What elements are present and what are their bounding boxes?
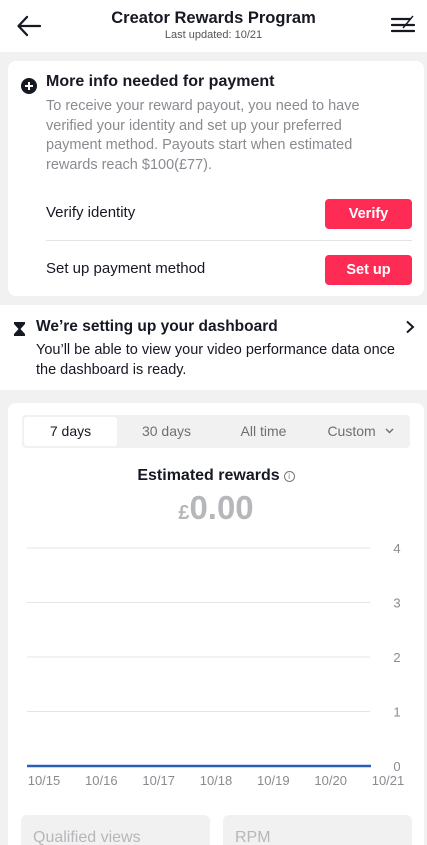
top-bar: Creator Rewards Program Last updated: 10… [0,0,427,52]
currency-symbol: £ [178,502,190,524]
tab-all-time[interactable]: All time [216,417,311,446]
dashboard-notice-title: We’re setting up your dashboard [36,318,278,335]
y-tick-label: 1 [393,705,400,720]
rpm-label: RPM [235,829,271,845]
set-up-button[interactable]: Set up [325,255,412,285]
x-tick-label: 10/19 [257,773,290,788]
y-tick-label: 2 [393,650,400,665]
hourglass-icon [14,322,25,336]
estimated-rewards-heading: Estimated rewards i [8,467,424,485]
page-title: Creator Rewards Program [111,9,316,27]
divider [46,240,412,241]
tab-custom[interactable]: Custom [313,417,408,446]
payment-info-title: More info needed for payment [46,73,275,90]
estimated-rewards-label: Estimated rewards [137,467,280,484]
x-tick-label: 10/21 [372,773,405,788]
chevron-right-icon [406,320,415,334]
y-tick-label: 3 [393,596,400,611]
date-range-tabs: 7 days 30 days All time Custom [22,415,410,448]
menu-icon[interactable] [391,14,415,36]
tab-custom-label: Custom [327,423,376,439]
dashboard-notice-body: You’ll be able to view your video perfor… [36,342,395,378]
verify-button[interactable]: Verify [325,199,412,229]
verify-identity-label: Verify identity [46,204,136,221]
tab-30-days[interactable]: 30 days [119,417,214,446]
x-tick-label: 10/16 [85,773,118,788]
x-tick-label: 10/17 [142,773,175,788]
last-updated-text: Last updated: 10/21 [164,29,263,41]
chevron-down-icon [385,428,394,434]
y-tick-label: 0 [393,759,400,774]
payment-method-label: Set up payment method [46,260,206,277]
tab-7-days[interactable]: 7 days [24,417,117,446]
add-circle-icon [21,78,37,94]
dashboard-notice[interactable]: We’re setting up your dashboard You’ll b… [0,305,427,390]
qualified-views-label: Qualified views [33,829,141,845]
rewards-value: 0.00 [189,489,254,526]
rpm-card[interactable]: RPM [223,815,412,845]
x-tick-label: 10/18 [200,773,233,788]
payment-info-description: To receive your reward payout, you need … [46,98,360,173]
rewards-chart: 0 1 2 3 4 10/15 10/16 10/17 10/18 10/19 10/20 10/21 [27,541,405,788]
info-icon[interactable]: i [283,471,295,482]
qualified-views-card[interactable]: Qualified views [21,815,210,845]
y-tick-label: 4 [393,541,400,556]
rewards-amount: £0.00 [8,489,424,527]
x-tick-label: 10/20 [314,773,347,788]
payment-info-card: More info needed for payment To receive … [8,61,424,296]
x-tick-label: 10/15 [28,773,61,788]
